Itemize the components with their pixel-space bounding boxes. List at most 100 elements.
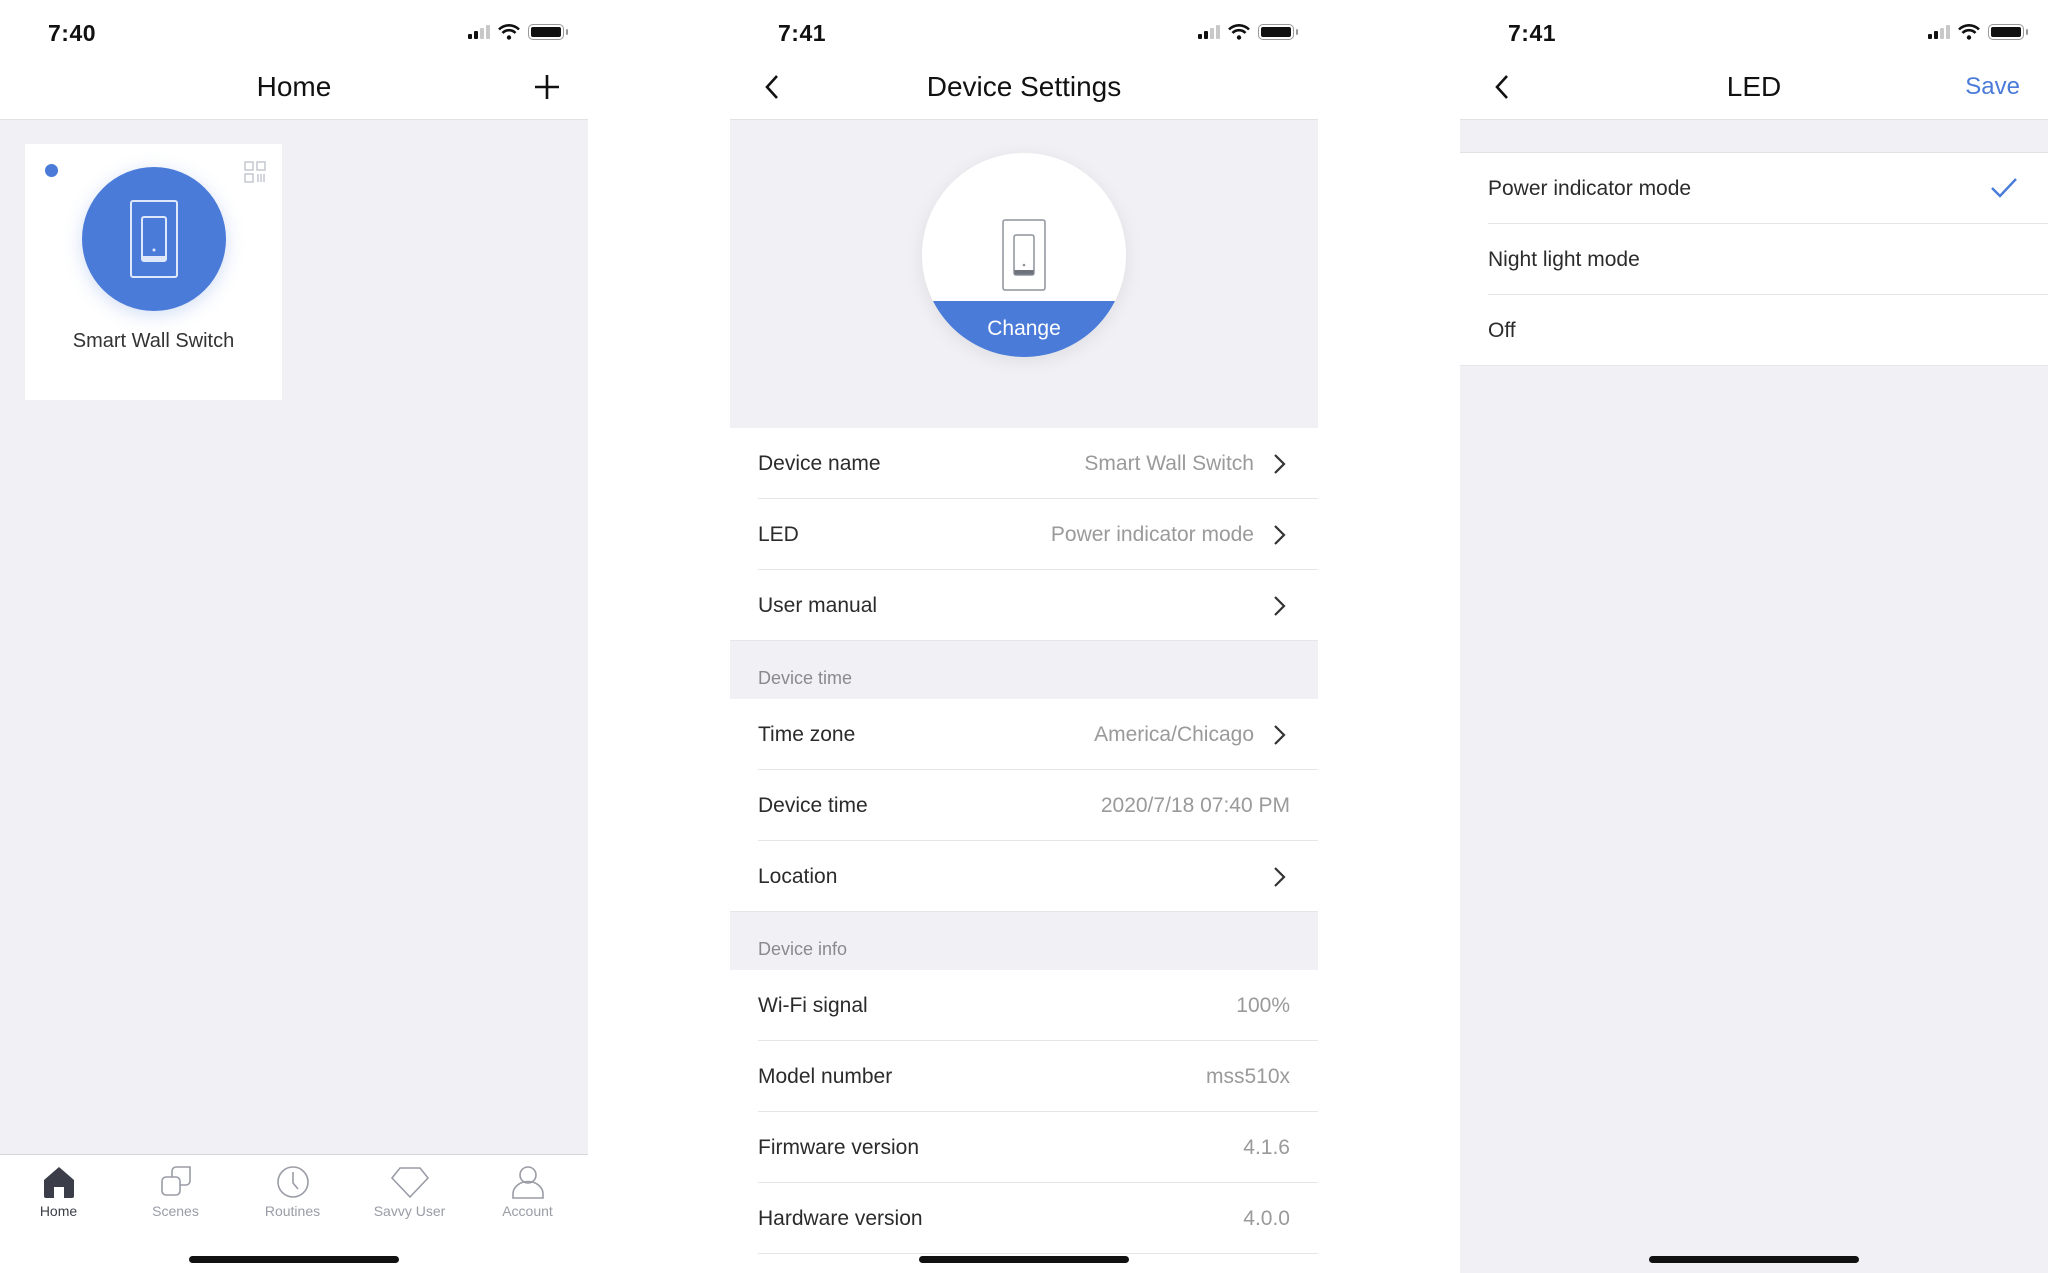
tab-label: Account — [502, 1203, 553, 1219]
led-screen: 7:41 LED Save Power indicator mode Night… — [1460, 0, 2048, 1273]
chevron-right-icon — [1274, 725, 1286, 745]
device-card-name: Smart Wall Switch — [72, 330, 235, 352]
wall-switch-icon — [1002, 219, 1046, 291]
section-title: Device time — [758, 668, 853, 688]
time-zone-row[interactable]: Time zone America/Chicago — [730, 699, 1318, 770]
row-value: 2020/7/18 07:40 PM — [1100, 794, 1290, 817]
hardware-version-row: Hardware version 4.0.0 — [730, 1183, 1318, 1254]
location-row[interactable]: Location — [730, 841, 1318, 912]
home-indicator — [919, 1256, 1129, 1263]
option-label: Power indicator mode — [1488, 177, 1692, 200]
tab-bar: Home Scenes Routines Savvy User Account — [0, 1154, 588, 1273]
status-icons — [1928, 24, 2028, 40]
tab-scenes[interactable]: Scenes — [117, 1165, 234, 1219]
wall-switch-icon — [130, 200, 178, 278]
nav-bar: Device Settings — [730, 60, 1318, 120]
row-value: 4.0.0 — [1243, 1207, 1290, 1230]
wifi-signal-row: Wi-Fi signal 100% — [730, 970, 1318, 1041]
cellular-signal-icon — [468, 25, 490, 39]
device-card[interactable]: Smart Wall Switch — [25, 144, 282, 400]
nav-bar: Home — [0, 60, 588, 120]
row-value: America/Chicago — [1094, 723, 1254, 746]
option-label: Off — [1488, 319, 1516, 342]
settings-list: Device name Smart Wall Switch LED Power … — [730, 428, 1318, 1254]
row-label: Firmware version — [758, 1136, 920, 1159]
tab-routines[interactable]: Routines — [234, 1165, 351, 1219]
status-icons — [468, 24, 568, 40]
status-time: 7:40 — [48, 20, 97, 46]
device-time-row: Device time 2020/7/18 07:40 PM — [730, 770, 1318, 841]
row-label: LED — [758, 523, 799, 546]
cellular-signal-icon — [1928, 25, 1950, 39]
battery-icon — [1258, 24, 1298, 40]
wifi-icon — [1228, 24, 1250, 40]
device-name-row[interactable]: Device name Smart Wall Switch — [730, 428, 1318, 499]
device-settings-screen: 7:41 Device Settings Change Device name … — [730, 0, 1318, 1273]
person-icon — [511, 1166, 544, 1199]
status-time: 7:41 — [778, 20, 827, 46]
device-hero: Change — [730, 120, 1318, 428]
status-icons — [1198, 24, 1298, 40]
chevron-right-icon — [1274, 454, 1286, 474]
row-label: Hardware version — [758, 1207, 923, 1230]
qr-code-icon[interactable] — [244, 161, 266, 183]
device-image-circle[interactable]: Change — [922, 153, 1126, 357]
page-title: Device Settings — [926, 71, 1122, 102]
home-indicator — [1649, 1256, 1859, 1263]
status-time: 7:41 — [1508, 20, 1557, 46]
row-value: Smart Wall Switch — [1084, 452, 1254, 475]
model-number-row: Model number mss510x — [730, 1041, 1318, 1112]
plus-icon[interactable] — [532, 72, 562, 102]
change-image-button[interactable]: Change — [922, 301, 1126, 357]
device-icon-circle — [82, 167, 226, 311]
option-power-indicator-mode[interactable]: Power indicator mode — [1460, 153, 2048, 224]
checkmark-icon — [1991, 178, 2017, 198]
clock-icon — [276, 1166, 309, 1198]
battery-icon — [1988, 24, 2028, 40]
tab-label: Routines — [264, 1203, 321, 1219]
tab-account[interactable]: Account — [469, 1165, 586, 1219]
row-label: Time zone — [758, 723, 856, 746]
tab-label: Scenes — [152, 1203, 199, 1219]
row-label: Wi-Fi signal — [758, 994, 868, 1017]
top-spacer — [1460, 120, 2048, 153]
row-value: Power indicator mode — [1050, 523, 1254, 546]
option-off[interactable]: Off — [1460, 295, 2048, 366]
chevron-right-icon — [1274, 525, 1286, 545]
tab-label: Home — [39, 1203, 78, 1219]
save-button[interactable]: Save — [1965, 60, 2020, 114]
firmware-version-row: Firmware version 4.1.6 — [730, 1112, 1318, 1183]
cellular-signal-icon — [1198, 25, 1220, 39]
led-row[interactable]: LED Power indicator mode — [730, 499, 1318, 570]
option-night-light-mode[interactable]: Night light mode — [1460, 224, 2048, 295]
page-title: Home — [256, 71, 332, 102]
user-manual-row[interactable]: User manual — [730, 570, 1318, 641]
wifi-icon — [498, 24, 520, 40]
wifi-icon — [1958, 24, 1980, 40]
row-label: Device time — [758, 794, 868, 817]
row-value: 100% — [1236, 994, 1290, 1017]
home-screen: 7:40 Home Smart Wall Switch Home Scenes … — [0, 0, 588, 1273]
tab-savvy-user[interactable]: Savvy User — [351, 1165, 468, 1219]
diamond-icon — [390, 1167, 429, 1199]
led-body: Power indicator mode Night light mode Of… — [1460, 120, 2048, 1273]
page-title: LED — [1726, 71, 1782, 102]
row-value: 4.1.6 — [1243, 1136, 1290, 1159]
home-indicator — [189, 1256, 399, 1263]
row-label: Location — [758, 865, 838, 888]
nav-bar: LED Save — [1460, 60, 2048, 120]
row-label: Model number — [758, 1065, 893, 1088]
online-status-dot — [45, 164, 58, 177]
chevron-right-icon — [1274, 867, 1286, 887]
section-header-device-time: Device time — [730, 641, 1318, 699]
option-label: Night light mode — [1488, 248, 1640, 271]
row-label: Device name — [758, 452, 881, 475]
row-value: mss510x — [1205, 1065, 1290, 1088]
scenes-icon — [160, 1166, 191, 1196]
battery-icon — [528, 24, 568, 40]
home-body: Smart Wall Switch — [0, 120, 588, 1273]
section-title: Device info — [758, 939, 848, 959]
tab-home[interactable]: Home — [0, 1165, 117, 1219]
chevron-right-icon — [1274, 596, 1286, 616]
section-header-device-info: Device info — [730, 912, 1318, 970]
